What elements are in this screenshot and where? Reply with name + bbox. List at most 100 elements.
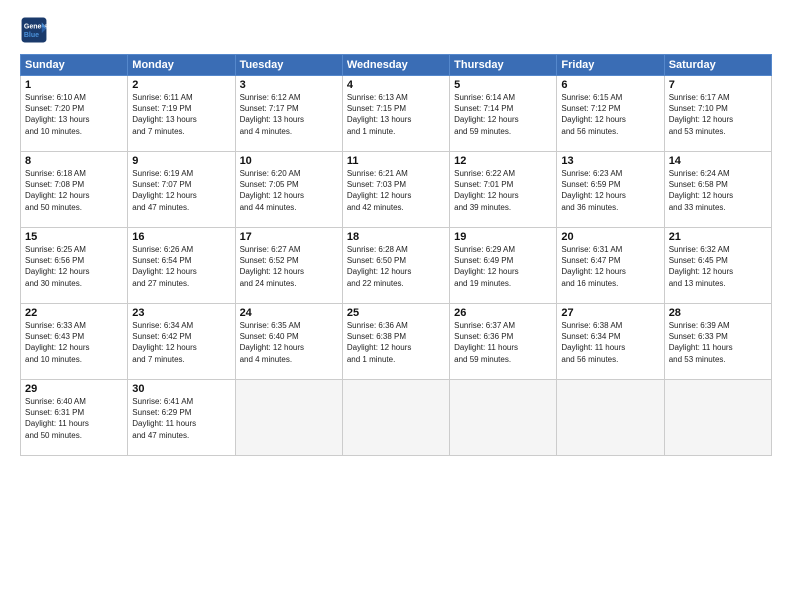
day-cell: 20Sunrise: 6:31 AM Sunset: 6:47 PM Dayli… — [557, 228, 664, 304]
day-number: 10 — [240, 155, 338, 167]
week-row-5: 29Sunrise: 6:40 AM Sunset: 6:31 PM Dayli… — [21, 380, 772, 456]
day-info: Sunrise: 6:25 AM Sunset: 6:56 PM Dayligh… — [25, 244, 123, 289]
day-info: Sunrise: 6:35 AM Sunset: 6:40 PM Dayligh… — [240, 320, 338, 365]
day-cell: 6Sunrise: 6:15 AM Sunset: 7:12 PM Daylig… — [557, 76, 664, 152]
day-number: 27 — [561, 307, 659, 319]
day-info: Sunrise: 6:38 AM Sunset: 6:34 PM Dayligh… — [561, 320, 659, 365]
day-info: Sunrise: 6:36 AM Sunset: 6:38 PM Dayligh… — [347, 320, 445, 365]
day-info: Sunrise: 6:21 AM Sunset: 7:03 PM Dayligh… — [347, 168, 445, 213]
day-number: 26 — [454, 307, 552, 319]
day-info: Sunrise: 6:37 AM Sunset: 6:36 PM Dayligh… — [454, 320, 552, 365]
day-cell — [450, 380, 557, 456]
weekday-header-tuesday: Tuesday — [235, 55, 342, 76]
day-number: 9 — [132, 155, 230, 167]
weekday-header-monday: Monday — [128, 55, 235, 76]
week-row-3: 15Sunrise: 6:25 AM Sunset: 6:56 PM Dayli… — [21, 228, 772, 304]
day-cell: 25Sunrise: 6:36 AM Sunset: 6:38 PM Dayli… — [342, 304, 449, 380]
day-number: 22 — [25, 307, 123, 319]
day-cell: 22Sunrise: 6:33 AM Sunset: 6:43 PM Dayli… — [21, 304, 128, 380]
day-info: Sunrise: 6:33 AM Sunset: 6:43 PM Dayligh… — [25, 320, 123, 365]
day-info: Sunrise: 6:14 AM Sunset: 7:14 PM Dayligh… — [454, 92, 552, 137]
page: General Blue SundayMondayTuesdayWednesda… — [0, 0, 792, 612]
day-info: Sunrise: 6:23 AM Sunset: 6:59 PM Dayligh… — [561, 168, 659, 213]
weekday-header-row: SundayMondayTuesdayWednesdayThursdayFrid… — [21, 55, 772, 76]
day-info: Sunrise: 6:29 AM Sunset: 6:49 PM Dayligh… — [454, 244, 552, 289]
day-info: Sunrise: 6:28 AM Sunset: 6:50 PM Dayligh… — [347, 244, 445, 289]
weekday-header-thursday: Thursday — [450, 55, 557, 76]
day-cell — [235, 380, 342, 456]
day-cell — [342, 380, 449, 456]
logo: General Blue — [20, 16, 48, 44]
day-number: 4 — [347, 79, 445, 91]
day-info: Sunrise: 6:32 AM Sunset: 6:45 PM Dayligh… — [669, 244, 767, 289]
day-cell: 16Sunrise: 6:26 AM Sunset: 6:54 PM Dayli… — [128, 228, 235, 304]
day-info: Sunrise: 6:26 AM Sunset: 6:54 PM Dayligh… — [132, 244, 230, 289]
day-number: 16 — [132, 231, 230, 243]
day-info: Sunrise: 6:17 AM Sunset: 7:10 PM Dayligh… — [669, 92, 767, 137]
week-row-4: 22Sunrise: 6:33 AM Sunset: 6:43 PM Dayli… — [21, 304, 772, 380]
weekday-header-saturday: Saturday — [664, 55, 771, 76]
day-cell: 5Sunrise: 6:14 AM Sunset: 7:14 PM Daylig… — [450, 76, 557, 152]
day-number: 24 — [240, 307, 338, 319]
day-info: Sunrise: 6:24 AM Sunset: 6:58 PM Dayligh… — [669, 168, 767, 213]
day-info: Sunrise: 6:12 AM Sunset: 7:17 PM Dayligh… — [240, 92, 338, 137]
day-cell — [557, 380, 664, 456]
day-info: Sunrise: 6:39 AM Sunset: 6:33 PM Dayligh… — [669, 320, 767, 365]
day-number: 23 — [132, 307, 230, 319]
day-cell: 14Sunrise: 6:24 AM Sunset: 6:58 PM Dayli… — [664, 152, 771, 228]
day-cell: 11Sunrise: 6:21 AM Sunset: 7:03 PM Dayli… — [342, 152, 449, 228]
day-cell: 10Sunrise: 6:20 AM Sunset: 7:05 PM Dayli… — [235, 152, 342, 228]
day-info: Sunrise: 6:18 AM Sunset: 7:08 PM Dayligh… — [25, 168, 123, 213]
day-info: Sunrise: 6:27 AM Sunset: 6:52 PM Dayligh… — [240, 244, 338, 289]
calendar-table: SundayMondayTuesdayWednesdayThursdayFrid… — [20, 54, 772, 456]
day-cell: 19Sunrise: 6:29 AM Sunset: 6:49 PM Dayli… — [450, 228, 557, 304]
day-cell: 18Sunrise: 6:28 AM Sunset: 6:50 PM Dayli… — [342, 228, 449, 304]
day-number: 15 — [25, 231, 123, 243]
day-cell: 28Sunrise: 6:39 AM Sunset: 6:33 PM Dayli… — [664, 304, 771, 380]
day-number: 8 — [25, 155, 123, 167]
svg-text:Blue: Blue — [24, 32, 39, 39]
day-info: Sunrise: 6:41 AM Sunset: 6:29 PM Dayligh… — [132, 396, 230, 441]
day-number: 2 — [132, 79, 230, 91]
day-cell: 17Sunrise: 6:27 AM Sunset: 6:52 PM Dayli… — [235, 228, 342, 304]
day-info: Sunrise: 6:13 AM Sunset: 7:15 PM Dayligh… — [347, 92, 445, 137]
day-info: Sunrise: 6:34 AM Sunset: 6:42 PM Dayligh… — [132, 320, 230, 365]
day-number: 29 — [25, 383, 123, 395]
day-number: 1 — [25, 79, 123, 91]
day-number: 20 — [561, 231, 659, 243]
day-cell — [664, 380, 771, 456]
day-info: Sunrise: 6:19 AM Sunset: 7:07 PM Dayligh… — [132, 168, 230, 213]
day-number: 14 — [669, 155, 767, 167]
day-cell: 15Sunrise: 6:25 AM Sunset: 6:56 PM Dayli… — [21, 228, 128, 304]
day-number: 7 — [669, 79, 767, 91]
day-number: 21 — [669, 231, 767, 243]
day-cell: 21Sunrise: 6:32 AM Sunset: 6:45 PM Dayli… — [664, 228, 771, 304]
day-cell: 13Sunrise: 6:23 AM Sunset: 6:59 PM Dayli… — [557, 152, 664, 228]
day-info: Sunrise: 6:22 AM Sunset: 7:01 PM Dayligh… — [454, 168, 552, 213]
day-info: Sunrise: 6:10 AM Sunset: 7:20 PM Dayligh… — [25, 92, 123, 137]
day-number: 28 — [669, 307, 767, 319]
header-area: General Blue — [20, 16, 772, 44]
day-cell: 30Sunrise: 6:41 AM Sunset: 6:29 PM Dayli… — [128, 380, 235, 456]
logo-icon: General Blue — [20, 16, 48, 44]
week-row-1: 1Sunrise: 6:10 AM Sunset: 7:20 PM Daylig… — [21, 76, 772, 152]
day-number: 6 — [561, 79, 659, 91]
day-number: 3 — [240, 79, 338, 91]
day-info: Sunrise: 6:20 AM Sunset: 7:05 PM Dayligh… — [240, 168, 338, 213]
day-info: Sunrise: 6:11 AM Sunset: 7:19 PM Dayligh… — [132, 92, 230, 137]
day-number: 12 — [454, 155, 552, 167]
day-number: 18 — [347, 231, 445, 243]
day-info: Sunrise: 6:40 AM Sunset: 6:31 PM Dayligh… — [25, 396, 123, 441]
day-number: 11 — [347, 155, 445, 167]
day-cell: 24Sunrise: 6:35 AM Sunset: 6:40 PM Dayli… — [235, 304, 342, 380]
day-number: 5 — [454, 79, 552, 91]
day-cell: 29Sunrise: 6:40 AM Sunset: 6:31 PM Dayli… — [21, 380, 128, 456]
week-row-2: 8Sunrise: 6:18 AM Sunset: 7:08 PM Daylig… — [21, 152, 772, 228]
day-info: Sunrise: 6:31 AM Sunset: 6:47 PM Dayligh… — [561, 244, 659, 289]
day-cell: 1Sunrise: 6:10 AM Sunset: 7:20 PM Daylig… — [21, 76, 128, 152]
weekday-header-wednesday: Wednesday — [342, 55, 449, 76]
day-number: 30 — [132, 383, 230, 395]
day-cell: 8Sunrise: 6:18 AM Sunset: 7:08 PM Daylig… — [21, 152, 128, 228]
day-cell: 2Sunrise: 6:11 AM Sunset: 7:19 PM Daylig… — [128, 76, 235, 152]
day-cell: 26Sunrise: 6:37 AM Sunset: 6:36 PM Dayli… — [450, 304, 557, 380]
